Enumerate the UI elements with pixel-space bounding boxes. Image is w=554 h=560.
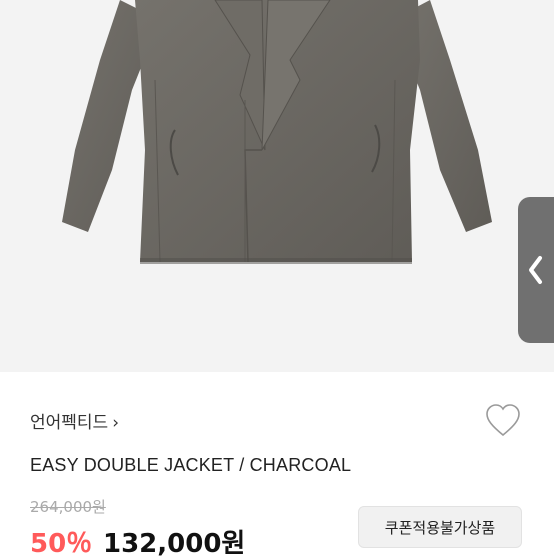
brand-link[interactable]: 언어펙티드 › — [30, 408, 119, 433]
jacket-photo — [62, 0, 492, 264]
heart-outline-icon — [486, 404, 520, 437]
original-price: 264,000원 — [30, 498, 106, 516]
product-image — [0, 0, 554, 372]
discount-rate: 50％ — [30, 529, 93, 559]
product-title: EASY DOUBLE JACKET / CHARCOAL — [30, 455, 352, 475]
chevron-right-icon: › — [112, 413, 120, 433]
chevron-left-icon — [529, 256, 542, 284]
wishlist-button[interactable] — [484, 402, 522, 440]
sale-price: 132,000원 — [103, 529, 246, 559]
brand-label: 언어펙티드 — [30, 413, 109, 433]
side-tab-button[interactable] — [518, 197, 554, 343]
coupon-badge-label: 쿠폰적용불가상품 — [384, 518, 496, 537]
coupon-unavailable-badge: 쿠폰적용불가상품 — [358, 506, 522, 548]
